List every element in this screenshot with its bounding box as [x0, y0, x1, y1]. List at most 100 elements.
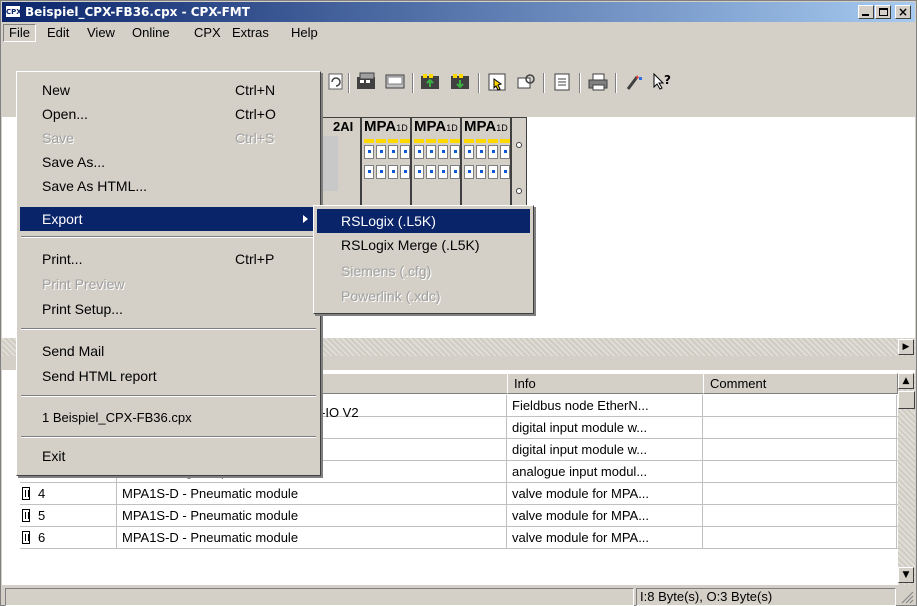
slot [364, 165, 374, 179]
led [414, 139, 424, 143]
menu-item-label: Print... [42, 251, 83, 267]
row-name-partial: -IO V2 [321, 405, 359, 420]
title-bar[interactable]: CPX Beispiel_CPX-FB36.cpx - CPX-FMT × [2, 2, 915, 22]
row-comment [703, 395, 897, 417]
refresh-button[interactable] [324, 71, 348, 93]
module-sub: 1D [496, 123, 508, 133]
table-row[interactable]: 5 MPA1S-D - Pneumatic module valve module … [20, 505, 898, 527]
led [438, 139, 448, 143]
menu-item-label: Exit [42, 448, 66, 464]
column-header-info[interactable]: Info [507, 373, 704, 394]
menu-item-export[interactable]: Export [20, 207, 317, 231]
maximize-button[interactable] [875, 5, 891, 19]
row-info: valve module for MPA... [507, 527, 703, 549]
slot [376, 145, 386, 159]
export-siemens[interactable]: Siemens (.cfg) [317, 259, 530, 283]
scroll-thumb[interactable] [898, 391, 915, 409]
table-row[interactable]: 4 MPA1S-D - Pneumatic module valve module … [20, 483, 898, 505]
led [426, 139, 436, 143]
menu-item-save-as-html[interactable]: Save As HTML... [20, 174, 317, 198]
menu-item-save-as[interactable]: Save As... [20, 150, 317, 174]
menu-item-shortcut: Ctrl+O [235, 106, 276, 122]
svg-text:?: ? [664, 73, 671, 87]
close-icon: × [897, 5, 909, 19]
module-sub: 1D [396, 123, 408, 133]
menu-item-print[interactable]: Print... Ctrl+P [20, 247, 317, 271]
menu-item-label: Send Mail [42, 343, 105, 359]
row-comment [703, 461, 897, 483]
export-rslogix[interactable]: RSLogix (.L5K) [317, 209, 530, 233]
row-info: analogue input modul... [507, 461, 703, 483]
menu-edit[interactable]: Edit [42, 24, 74, 42]
scroll-right-button[interactable]: ▶ [898, 339, 914, 355]
menu-item-recent-file[interactable]: 1 Beispiel_CPX-FB36.cpx [20, 406, 317, 430]
menu-file[interactable]: File [3, 24, 36, 42]
menu-item-print-setup[interactable]: Print Setup... [20, 297, 317, 321]
row-comment [703, 439, 897, 461]
refresh-icon [328, 73, 343, 90]
slot [464, 145, 474, 159]
window-title: Beispiel_CPX-FB36.cpx - CPX-FMT [25, 5, 250, 19]
online-button[interactable] [485, 71, 509, 93]
toolbar-separator [348, 73, 350, 93]
scroll-down-button[interactable]: ▼ [898, 567, 914, 583]
led [500, 139, 510, 143]
export-powerlink[interactable]: Powerlink (.xdc) [317, 284, 530, 308]
minimize-button[interactable] [858, 5, 874, 19]
slot [414, 145, 424, 159]
print-button[interactable] [586, 71, 610, 93]
menu-item-label: Print Setup... [42, 301, 123, 317]
row-number: 5 [20, 505, 117, 527]
module-label: MPA1D [464, 118, 508, 136]
close-button[interactable]: × [895, 5, 911, 19]
app-icon: CPX [5, 5, 22, 18]
app-window: CPX Beispiel_CPX-FB36.cpx - CPX-FMT × Fi… [0, 0, 917, 606]
upload-button[interactable] [418, 71, 442, 93]
menu-item-send-html-report[interactable]: Send HTML report [20, 364, 317, 388]
menu-item-send-mail[interactable]: Send Mail [20, 339, 317, 363]
row-comment [703, 483, 897, 505]
menu-online[interactable]: Online [127, 24, 175, 42]
slot [450, 145, 460, 159]
menu-bar: File Edit View Online CPX Extras Help [2, 23, 915, 43]
diagnostic-button[interactable] [514, 71, 538, 93]
module-name: MPA [414, 118, 447, 135]
resize-grip-icon[interactable] [900, 590, 914, 604]
menu-item-label: Send HTML report [42, 368, 157, 384]
slot [488, 165, 498, 179]
row-info: digital input module w... [507, 417, 703, 439]
wizard-button[interactable] [623, 71, 647, 93]
menu-item-new[interactable]: New Ctrl+N [20, 78, 317, 102]
table-vertical-scrollbar[interactable]: ▲ ▼ [898, 373, 915, 585]
slot [476, 145, 486, 159]
menu-item-print-preview[interactable]: Print Preview [20, 272, 317, 296]
module-config-button[interactable] [354, 71, 378, 93]
context-help-button[interactable]: ? [650, 71, 674, 93]
export-rslogix-merge[interactable]: RSLogix Merge (.L5K) [317, 233, 530, 257]
terminal [516, 142, 522, 148]
scroll-up-button[interactable]: ▲ [898, 373, 914, 389]
menu-item-exit[interactable]: Exit [20, 444, 317, 468]
menu-item-label: Save [42, 130, 74, 146]
menu-item-label: Export [42, 211, 83, 227]
led [376, 139, 386, 143]
menu-view[interactable]: View [82, 24, 120, 42]
menu-help[interactable]: Help [286, 24, 323, 42]
slot [400, 145, 410, 159]
table-row[interactable]: 6 MPA1S-D - Pneumatic module valve module … [20, 527, 898, 549]
slot [388, 165, 398, 179]
row-number: 4 [20, 483, 117, 505]
monitor-button[interactable] [383, 71, 407, 93]
module-name: MPA [364, 118, 397, 135]
print-preview-button[interactable] [550, 71, 574, 93]
slot [500, 145, 510, 159]
download-button[interactable] [448, 71, 472, 93]
toolbar-separator [412, 73, 414, 93]
column-header-comment[interactable]: Comment [703, 373, 898, 394]
menu-item-save[interactable]: Save Ctrl+S [20, 126, 317, 150]
menu-cpx[interactable]: CPX [189, 24, 226, 42]
menu-item-open[interactable]: Open... Ctrl+O [20, 102, 317, 126]
slot [388, 145, 398, 159]
status-bar: I:8 Byte(s), O:3 Byte(s) [2, 586, 915, 606]
menu-extras[interactable]: Extras [227, 24, 274, 42]
